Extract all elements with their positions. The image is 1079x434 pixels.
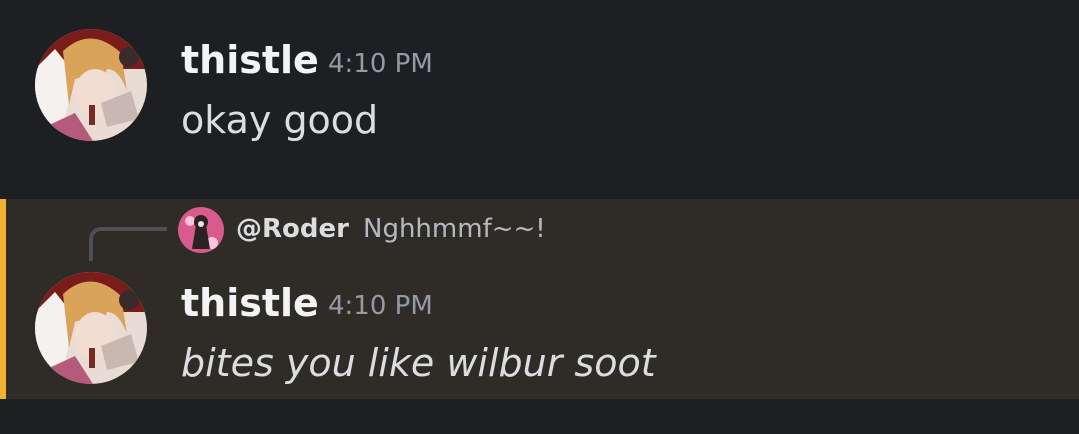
message-content: okay good (181, 98, 379, 142)
message-content: bites you like wilbur soot (181, 341, 656, 385)
user-avatar[interactable] (35, 29, 147, 141)
reply-connector (89, 227, 167, 261)
message-timestamp: 4:10 PM (328, 291, 433, 321)
mentioned-message-item[interactable]: @Roder Nghhmmf~~! thistle 4:10 PM bites … (0, 199, 1079, 399)
message-author[interactable]: thistle (181, 280, 319, 326)
reply-author[interactable]: @Roder (236, 212, 349, 246)
user-avatar[interactable] (35, 272, 147, 384)
reply-preview-text[interactable]: Nghhmmf~~! (363, 212, 546, 246)
message-item[interactable]: thistle 4:10 PM okay good (0, 0, 1079, 200)
message-timestamp: 4:10 PM (328, 49, 433, 79)
reply-avatar[interactable] (178, 207, 224, 253)
message-author[interactable]: thistle (181, 37, 319, 83)
mention-highlight-bar (0, 199, 6, 399)
